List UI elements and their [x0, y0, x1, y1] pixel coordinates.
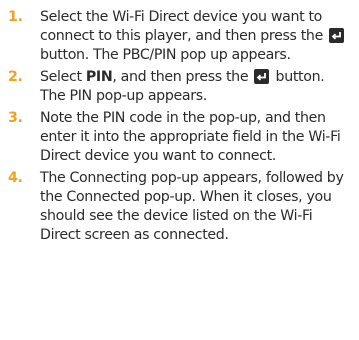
- enter-button-icon: [254, 69, 270, 84]
- step-2: 2. Select PIN, and then press the button…: [8, 68, 353, 106]
- step-text: The Connecting pop-up appears, followed …: [40, 170, 344, 243]
- step-3: 3. Note the PIN code in the pop-up, and …: [8, 109, 353, 166]
- step-number: 3.: [8, 110, 23, 126]
- step-text: , and then press the: [112, 69, 249, 85]
- step-4: 4. The Connecting pop-up appears, follow…: [8, 169, 353, 245]
- enter-button-icon: [329, 28, 345, 43]
- step-number: 4.: [8, 170, 23, 186]
- keyword-pin: PIN: [85, 69, 113, 85]
- step-number: 2.: [8, 69, 23, 85]
- step-text: button. The PBC/PIN pop up appears.: [40, 47, 291, 63]
- step-number: 1.: [8, 9, 23, 25]
- instruction-list: 1. Select the Wi-Fi Direct device you wa…: [8, 8, 353, 248]
- step-text: Note the PIN code in the pop-up, and the…: [40, 110, 341, 164]
- step-text: Select the Wi-Fi Direct device you want …: [40, 9, 323, 44]
- step-text: Select: [40, 69, 82, 85]
- step-1: 1. Select the Wi-Fi Direct device you wa…: [8, 8, 353, 65]
